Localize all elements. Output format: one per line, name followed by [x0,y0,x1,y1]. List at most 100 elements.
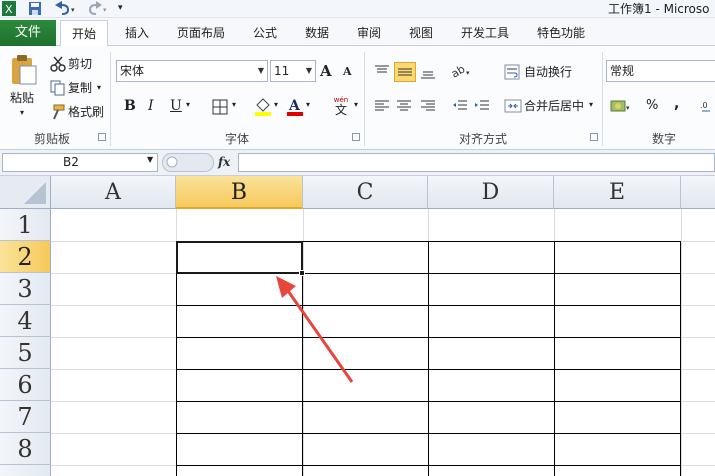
copy-dropdown-icon[interactable]: ▾ [97,78,101,98]
row-header-8[interactable]: 8 [0,433,51,465]
table-border [176,465,681,466]
svg-text:▾: ▾ [103,6,107,14]
alignment-launcher-icon[interactable] [590,133,598,141]
bold-button[interactable]: B [124,98,136,114]
excel-logo-icon: X [2,1,16,16]
table-border [176,401,681,402]
tab-home[interactable]: 开始 [60,20,108,47]
font-name-combo[interactable]: 宋体 ▼ [116,60,268,82]
increase-decimal-icon[interactable]: .0 [700,98,715,117]
row-header-1[interactable]: 1 [0,209,51,241]
shrink-font-button[interactable]: A [343,65,352,78]
align-top-icon[interactable] [374,64,390,83]
name-box[interactable]: B2 [2,153,158,172]
font-color-icon[interactable]: A [286,96,304,119]
undo-icon[interactable]: ▾ [52,1,78,16]
percent-button[interactable]: % [646,98,658,113]
table-border [176,433,681,434]
orientation-icon[interactable]: ab ▾ [449,62,474,83]
table-border [176,369,681,370]
row-header-9[interactable] [0,465,51,476]
wrap-text-button[interactable]: 自动换行 [524,62,594,82]
copy-icon[interactable] [50,80,66,99]
border-dropdown-icon[interactable]: ▾ [232,100,236,109]
increase-indent-icon[interactable] [474,98,490,117]
svg-text:A: A [288,98,301,114]
border-icon[interactable] [212,99,228,118]
chevron-down-icon: ▼ [305,66,312,75]
bordered-table[interactable] [176,241,681,476]
clipboard-launcher-icon[interactable] [98,133,106,141]
tab-insert[interactable]: 插入 [116,20,158,46]
insert-function-icon[interactable]: fx [218,153,236,172]
cut-button[interactable]: 剪切 [68,54,108,74]
save-icon[interactable] [28,1,42,16]
customize-toolbar-icon[interactable]: ▾ [118,1,128,16]
fill-color-icon[interactable] [254,96,272,119]
column-header-f[interactable] [681,176,715,209]
tab-page-layout[interactable]: 页面布局 [170,20,232,46]
column-header-a[interactable]: A [51,176,176,209]
redo-icon[interactable]: ▾ [84,1,110,16]
row-header-7[interactable]: 7 [0,401,51,433]
number-format-combo[interactable]: 常规 [606,60,715,82]
column-header-e[interactable]: E [554,176,681,209]
row-header-6[interactable]: 6 [0,369,51,401]
column-header-c[interactable]: C [303,176,428,209]
formula-input[interactable] [238,153,715,172]
select-all-corner[interactable] [0,176,51,209]
row-header-3[interactable]: 3 [0,273,51,305]
format-painter-icon[interactable] [50,104,66,123]
tab-formulas[interactable]: 公式 [244,20,286,46]
font-name-value: 宋体 [120,64,145,78]
column-header-b[interactable]: B [176,176,303,209]
fill-color-dropdown-icon[interactable]: ▾ [274,100,278,109]
decrease-indent-icon[interactable] [452,98,468,117]
row-header-5[interactable]: 5 [0,337,51,369]
paste-dropdown-icon[interactable]: ▾ [20,108,24,117]
align-right-icon[interactable] [420,98,436,117]
format-painter-button[interactable]: 格式刷 [68,102,108,122]
merge-dropdown-icon[interactable]: ▾ [589,100,593,109]
font-launcher-icon[interactable] [352,133,360,141]
font-size-value: 11 [274,64,290,78]
row-header-2[interactable]: 2 [0,241,51,273]
copy-button[interactable]: 复制 [68,78,108,98]
svg-text:X: X [5,3,13,16]
paste-button[interactable]: 粘贴 [10,88,40,108]
table-border [176,305,681,306]
grow-font-button[interactable]: A [320,62,332,80]
row-header-4[interactable]: 4 [0,305,51,337]
align-bottom-icon[interactable] [420,64,436,83]
tab-special[interactable]: 特色功能 [528,20,594,46]
group-divider [110,52,111,146]
paste-icon[interactable] [10,54,38,86]
align-center-icon[interactable] [396,98,412,117]
group-divider [364,52,365,146]
font-color-dropdown-icon[interactable]: ▾ [306,100,310,109]
currency-icon[interactable]: ▾ [610,98,632,117]
underline-dropdown-icon[interactable]: ▾ [186,100,190,109]
svg-text:▾: ▾ [466,69,470,77]
tab-file[interactable]: 文件 [0,20,56,46]
align-middle-icon[interactable] [394,62,416,82]
formula-bar-expander[interactable] [162,153,214,172]
name-box-dropdown-icon[interactable]: ▼ [147,155,153,164]
merge-center-button[interactable]: 合并后居中 [524,96,590,116]
wrap-text-icon[interactable] [504,64,520,83]
phonetic-guide-button[interactable]: wén 文 [330,96,352,118]
merge-center-icon[interactable] [504,98,522,117]
tab-view[interactable]: 视图 [400,20,442,46]
italic-button[interactable]: I [148,98,154,114]
cut-icon[interactable] [50,56,66,75]
comma-button[interactable]: , [674,96,679,112]
column-header-d[interactable]: D [428,176,554,209]
phonetic-dropdown-icon[interactable]: ▾ [354,100,358,109]
tab-review[interactable]: 审阅 [348,20,390,46]
font-size-combo[interactable]: 11 ▼ [270,60,316,82]
align-left-icon[interactable] [374,98,390,117]
tab-developer[interactable]: 开发工具 [452,20,518,46]
group-divider [602,52,603,146]
underline-button[interactable]: U [170,98,182,114]
tab-data[interactable]: 数据 [296,20,338,46]
